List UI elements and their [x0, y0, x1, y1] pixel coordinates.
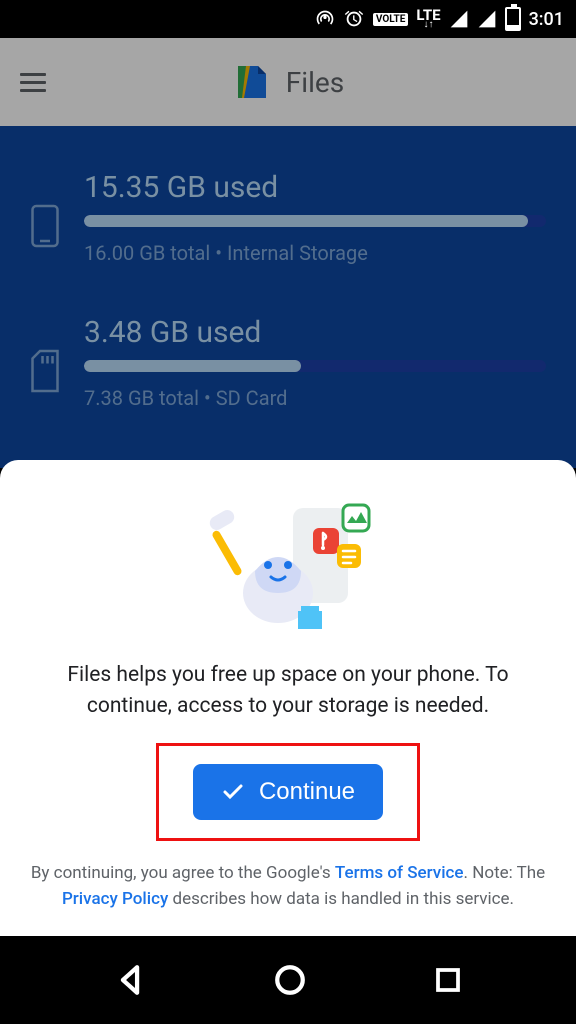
alarm-icon — [343, 8, 365, 30]
sdcard-storage-item[interactable]: 3.48 GB used 7.38 GB total • SD Card — [30, 315, 546, 410]
internal-total-label: 16.00 GB total • Internal Storage — [84, 241, 546, 265]
check-icon — [221, 780, 245, 804]
sdcard-progress-fill — [84, 360, 301, 372]
highlight-annotation: Continue — [156, 743, 420, 841]
terms-link[interactable]: Terms of Service — [335, 863, 464, 883]
app-title: Files — [286, 66, 344, 99]
battery-icon — [505, 7, 521, 31]
menu-icon[interactable] — [20, 73, 46, 92]
internal-progress-fill — [84, 215, 528, 227]
app-header: Files — [0, 38, 576, 126]
back-icon[interactable] — [113, 963, 147, 997]
system-nav-bar — [0, 936, 576, 1024]
status-bar: VOLTE LTE ↓↑ 3:01 — [0, 0, 576, 38]
signal-2-icon — [477, 9, 497, 29]
permission-modal: Files helps you free up space on your ph… — [0, 460, 576, 936]
storage-overview: 15.35 GB used 16.00 GB total • Internal … — [0, 126, 576, 468]
internal-used-label: 15.35 GB used — [84, 170, 546, 205]
hotspot-icon — [315, 9, 335, 29]
internal-storage-item[interactable]: 15.35 GB used 16.00 GB total • Internal … — [30, 170, 546, 265]
files-logo-icon — [232, 62, 272, 102]
home-icon[interactable] — [273, 963, 307, 997]
phone-icon — [30, 202, 60, 250]
internal-progress — [84, 215, 546, 227]
recent-icon[interactable] — [433, 965, 463, 995]
sdcard-used-label: 3.48 GB used — [84, 315, 546, 350]
sdcard-progress — [84, 360, 546, 372]
sdcard-total-label: 7.38 GB total • SD Card — [84, 386, 546, 410]
clock: 3:01 — [529, 9, 564, 30]
modal-message: Files helps you free up space on your ph… — [24, 660, 552, 721]
lte-indicator: LTE ↓↑ — [416, 9, 440, 29]
modal-illustration — [24, 488, 552, 638]
continue-button[interactable]: Continue — [193, 764, 383, 820]
legal-text: By continuing, you agree to the Google's… — [24, 861, 552, 912]
privacy-link[interactable]: Privacy Policy — [62, 889, 168, 909]
sdcard-icon — [30, 347, 60, 395]
volte-badge: VOLTE — [373, 13, 409, 26]
signal-1-icon — [449, 9, 469, 29]
